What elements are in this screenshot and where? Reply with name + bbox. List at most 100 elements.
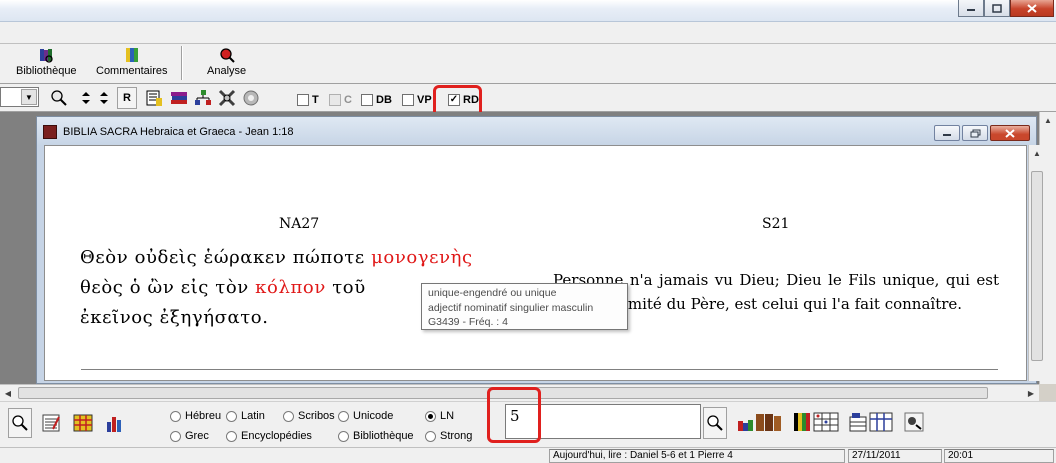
radio-scribos[interactable]: Scribos: [283, 410, 335, 422]
radio-bibliotheque-dot[interactable]: [338, 430, 349, 442]
check-vp[interactable]: VP: [402, 94, 432, 106]
scroll-right-icon[interactable]: ▶: [1023, 385, 1039, 401]
grid-button[interactable]: [72, 412, 94, 434]
analyse-icon: [219, 48, 235, 63]
books-shelf-icon: [738, 414, 781, 431]
restore-icon: [970, 129, 980, 137]
status-time: 20:01: [944, 449, 1054, 463]
document-vertical-scrollbar[interactable]: ▲: [1028, 145, 1045, 381]
radio-grec-dot[interactable]: [170, 430, 181, 442]
scroll-left-icon[interactable]: ◀: [0, 385, 16, 401]
zoom-search-button[interactable]: [48, 87, 70, 109]
radio-strong-dot[interactable]: [425, 430, 436, 442]
statistics-button[interactable]: [104, 412, 126, 434]
radio-hebreu[interactable]: Hébreu: [170, 410, 221, 422]
search-go-button[interactable]: [703, 407, 727, 439]
radio-encyclopedies-dot[interactable]: [226, 430, 237, 442]
minimize-icon: [943, 134, 951, 136]
radio-unicode-label: Unicode: [353, 410, 394, 422]
radio-grec-label: Grec: [185, 430, 209, 442]
check-vp-box[interactable]: [402, 94, 414, 106]
toolbar-separator: [181, 46, 183, 80]
radio-latin[interactable]: Latin: [226, 410, 265, 422]
radio-hebreu-label: Hébreu: [185, 410, 222, 422]
magnifier-icon: [12, 415, 28, 431]
secondary-toolbar: ▼ R T C DB VP ✓ RD: [0, 84, 1056, 112]
version-combo[interactable]: ▼: [0, 87, 39, 107]
r-button[interactable]: R: [117, 87, 137, 109]
notes-icon: [42, 414, 60, 432]
text-view-button[interactable]: [143, 87, 165, 109]
table-chart-icon: [849, 412, 893, 432]
commentaires-label: Commentaires: [96, 65, 168, 77]
tree-button[interactable]: [192, 87, 214, 109]
notes-button[interactable]: [40, 412, 62, 434]
radio-bibliotheque[interactable]: Bibliothèque: [338, 430, 414, 442]
close-icon: [1027, 3, 1037, 13]
radio-encyclopedies-label: Encyclopédies: [241, 430, 312, 442]
grid-icon: [73, 414, 93, 432]
maximize-button[interactable]: [984, 0, 1010, 17]
greek-word-kolpon[interactable]: κόλπον: [255, 277, 326, 298]
scroll-thumb[interactable]: [1031, 171, 1043, 361]
check-t[interactable]: T: [297, 94, 319, 106]
close-icon: [1005, 128, 1015, 138]
scroll-up-icon[interactable]: ▲: [1029, 145, 1045, 161]
radio-ln-dot[interactable]: [425, 410, 436, 422]
library-icon: [40, 49, 53, 63]
radio-hebreu-dot[interactable]: [170, 410, 181, 422]
spin-up-down-1[interactable]: [78, 87, 94, 109]
greek-words: τοῦ: [325, 277, 366, 298]
document-title-bar: BIBLIA SACRA Hebraica et Graeca - Jean 1…: [37, 117, 1036, 145]
radio-strong-label: Strong: [440, 430, 473, 442]
window-controls: [958, 0, 1054, 17]
radio-latin-dot[interactable]: [226, 410, 237, 422]
check-db-label: DB: [376, 94, 392, 106]
tooltip-morphology: adjectif nominatif singulier masculin: [428, 301, 594, 314]
radio-unicode[interactable]: Unicode: [338, 410, 393, 422]
status-date: 27/11/2011: [848, 449, 942, 463]
library-books-button[interactable]: [735, 411, 785, 433]
status-bar: Aujourd'hui, lire : Daniel 5-6 et 1 Pier…: [0, 447, 1056, 463]
settings-button[interactable]: [903, 411, 925, 433]
radio-scribos-dot[interactable]: [283, 410, 294, 422]
books-button[interactable]: [168, 87, 190, 109]
radio-encyclopedies[interactable]: Encyclopédies: [226, 430, 312, 442]
check-db[interactable]: DB: [361, 94, 392, 106]
radio-grec[interactable]: Grec: [170, 430, 209, 442]
tools-button[interactable]: [216, 87, 238, 109]
main-title-bar: [0, 0, 1056, 22]
spin-arrows-icon: [100, 92, 108, 104]
spin-up-down-2[interactable]: [96, 87, 112, 109]
greek-words: θεὸς ὁ ὢν εἰς τὸν: [80, 277, 256, 298]
check-c-label: C: [344, 94, 352, 106]
check-t-box[interactable]: [297, 94, 309, 106]
check-t-label: T: [312, 94, 319, 106]
bottom-search-button[interactable]: [8, 408, 32, 438]
minimize-button[interactable]: [958, 0, 984, 17]
magnifier-icon: [51, 90, 67, 106]
commentaires-button[interactable]: Commentaires: [96, 47, 168, 81]
doc-close-button[interactable]: [990, 125, 1030, 141]
audio-button[interactable]: [240, 87, 262, 109]
main-toolbar: Bibliothèque Commentaires Analyse: [0, 44, 1056, 84]
analyse-button[interactable]: Analyse: [207, 47, 246, 81]
radio-unicode-dot[interactable]: [338, 410, 349, 422]
tools-icon: [218, 89, 236, 107]
content-divider: [81, 369, 998, 370]
colored-books-button[interactable]: [791, 411, 841, 433]
check-db-box[interactable]: [361, 94, 373, 106]
close-button[interactable]: [1010, 0, 1054, 17]
minimize-icon: [967, 9, 975, 11]
greek-word-monogenes[interactable]: μονογενὴς: [371, 247, 473, 268]
bibliotheque-button[interactable]: Bibliothèque: [16, 47, 77, 81]
doc-minimize-button[interactable]: [934, 125, 960, 141]
check-c: C: [329, 94, 352, 106]
radio-strong[interactable]: Strong: [425, 430, 472, 442]
table-chart-button[interactable]: [847, 411, 895, 433]
scroll-up-icon[interactable]: ▲: [1040, 112, 1056, 128]
radio-scribos-label: Scribos: [298, 410, 335, 422]
radio-ln[interactable]: LN: [425, 410, 454, 422]
doc-restore-button[interactable]: [962, 125, 988, 141]
chevron-down-icon[interactable]: ▼: [21, 89, 37, 105]
